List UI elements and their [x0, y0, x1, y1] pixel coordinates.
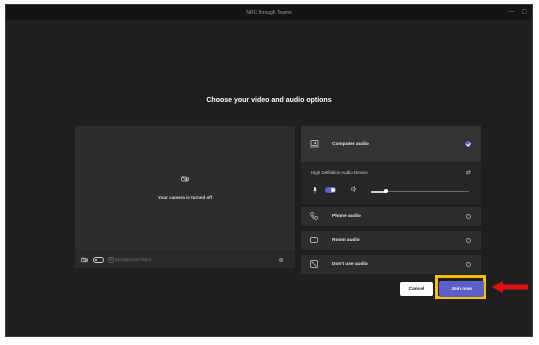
volume-slider-thumb[interactable]	[383, 189, 388, 193]
room-audio-icon	[310, 237, 318, 243]
teams-window: NRC through Teams — ▢ Choose your video …	[5, 4, 533, 337]
selected-check-icon	[465, 141, 471, 147]
audio-device-settings: High Definition Audio Device ⇄	[301, 162, 481, 204]
minimize-icon[interactable]: —	[508, 8, 514, 16]
camera-status-text: Your camera is turned off	[157, 195, 213, 200]
no-audio-icon	[310, 260, 318, 268]
camera-off-icon	[181, 176, 189, 182]
camera-off-message: Your camera is turned off	[75, 176, 295, 204]
speaker-icon	[351, 186, 357, 192]
video-preview: Your camera is turned off	[75, 126, 295, 246]
camera-icon	[81, 257, 88, 263]
maximize-icon[interactable]: ▢	[521, 8, 527, 16]
window-title: NRC through Teams	[246, 9, 292, 16]
background-effects-icon	[108, 257, 114, 263]
radio-button[interactable]	[466, 262, 471, 267]
video-preview-panel: Your camera is turned off Background fil…	[75, 126, 295, 268]
radio-button[interactable]	[466, 214, 471, 219]
cancel-button[interactable]: Cancel	[400, 282, 433, 296]
camera-toggle[interactable]	[93, 257, 104, 263]
device-settings-icon[interactable]: ⇄	[466, 169, 471, 176]
toggle-knob	[331, 188, 335, 192]
audio-option-no-audio[interactable]: Don't use audio	[301, 255, 481, 274]
radio-button[interactable]	[466, 238, 471, 243]
microphone-toggle[interactable]	[325, 187, 336, 193]
video-controls-bar: Background filters	[75, 251, 295, 268]
background-filters-button[interactable]: Background filters	[115, 257, 151, 262]
settings-icon[interactable]	[278, 257, 284, 263]
toggle-knob	[95, 259, 97, 261]
page-title: Choose your video and audio options	[206, 97, 332, 104]
option-label: Phone audio	[332, 214, 361, 219]
audio-option-room[interactable]: Room audio	[301, 231, 481, 250]
phone-icon	[310, 212, 318, 220]
audio-option-phone[interactable]: Phone audio	[301, 207, 481, 226]
microphone-icon	[313, 187, 317, 194]
option-label: Computer audio	[332, 142, 369, 147]
audio-option-computer[interactable]: Computer audio	[301, 126, 481, 162]
audio-device-select[interactable]: High Definition Audio Device	[311, 170, 368, 175]
title-bar: NRC through Teams — ▢	[6, 5, 532, 20]
laptop-audio-icon	[310, 140, 319, 148]
option-label: Room audio	[332, 238, 360, 243]
red-arrow-icon	[492, 281, 528, 293]
option-label: Don't use audio	[332, 262, 368, 267]
audio-options-panel: Computer audio High Definition Audio Dev…	[301, 126, 481, 274]
join-now-button[interactable]: Join now	[439, 281, 484, 297]
